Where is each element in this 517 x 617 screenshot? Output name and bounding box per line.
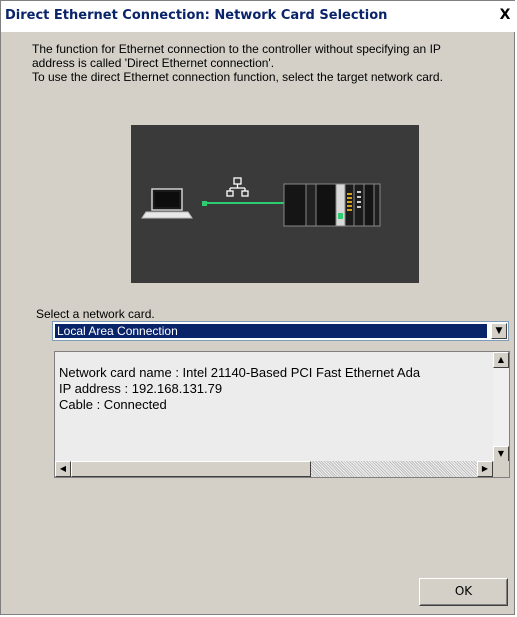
horizontal-scroll-track[interactable] bbox=[311, 461, 477, 477]
select-network-card-label: Select a network card. bbox=[36, 307, 155, 321]
ok-button[interactable]: OK bbox=[419, 578, 508, 606]
chevron-down-icon[interactable]: ▼ bbox=[491, 323, 507, 339]
window-title: Direct Ethernet Connection: Network Card… bbox=[5, 8, 388, 23]
connection-diagram-svg bbox=[141, 177, 381, 227]
info-ip-address: IP address : 192.168.131.79 bbox=[59, 381, 223, 396]
title-bar[interactable]: Direct Ethernet Connection: Network Card… bbox=[1, 1, 516, 32]
info-network-card-name: Network card name : Intel 21140-Based PC… bbox=[59, 365, 421, 380]
horizontal-scroll-thumb[interactable] bbox=[71, 461, 311, 477]
vertical-scrollbar[interactable]: ▲ ▼ bbox=[493, 352, 509, 462]
laptop-icon bbox=[141, 188, 193, 219]
dialog-window: Direct Ethernet Connection: Network Card… bbox=[0, 0, 516, 615]
description-line: address is called 'Direct Ethernet conne… bbox=[32, 56, 275, 70]
network-card-selected-value[interactable]: Local Area Connection bbox=[55, 324, 487, 338]
scrollbar-corner bbox=[493, 461, 509, 477]
network-icon bbox=[226, 177, 249, 197]
scroll-right-button[interactable]: ▶ bbox=[477, 461, 493, 477]
close-button[interactable]: X bbox=[497, 6, 513, 24]
description-text: The function for Ethernet connection to … bbox=[32, 42, 510, 84]
info-cable-status: Cable : Connected bbox=[59, 397, 167, 412]
scroll-down-button[interactable]: ▼ bbox=[493, 446, 509, 462]
scroll-left-button[interactable]: ◀ bbox=[55, 461, 71, 477]
scroll-up-button[interactable]: ▲ bbox=[493, 352, 509, 368]
network-card-dropdown[interactable]: Local Area Connection ▼ bbox=[52, 321, 509, 341]
connection-diagram bbox=[131, 125, 419, 283]
network-card-info-box: Network card name : Intel 21140-Based PC… bbox=[54, 351, 510, 478]
controller-icon bbox=[283, 183, 381, 227]
description-line: The function for Ethernet connection to … bbox=[32, 42, 441, 56]
horizontal-scrollbar[interactable]: ◀ ▶ bbox=[55, 461, 493, 477]
description-line: To use the direct Ethernet connection fu… bbox=[32, 70, 443, 84]
